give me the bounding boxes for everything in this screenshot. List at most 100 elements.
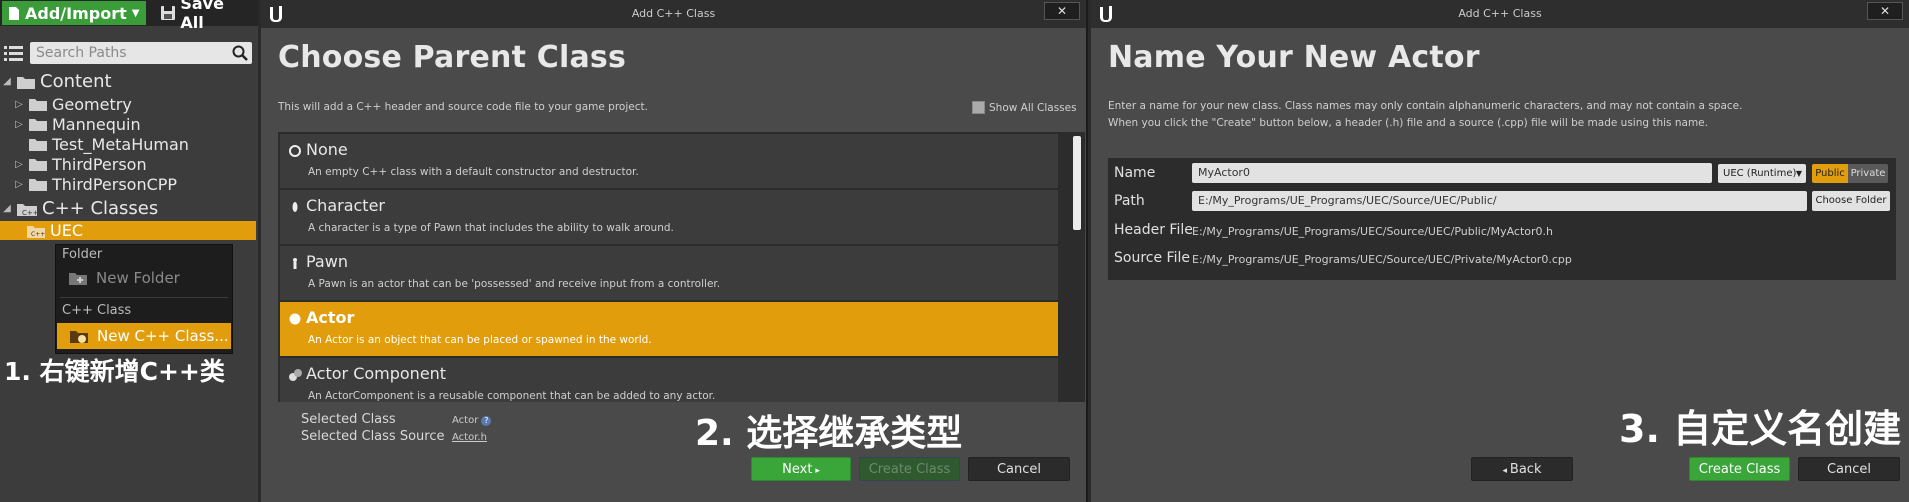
unreal-logo-icon	[270, 6, 282, 22]
content-browser-panel: Add/Import ▼ Save All Search Paths ◢ Con…	[0, 0, 258, 502]
class-item-actor[interactable]: Actor An Actor is an object that can be …	[280, 302, 1058, 356]
svg-text:C++: C++	[31, 231, 45, 238]
tree-item-content[interactable]: ◢ Content	[2, 71, 112, 92]
tree-item-uec[interactable]: C++ UEC	[0, 221, 256, 240]
class-name: Actor	[306, 308, 355, 327]
step-3-caption: 3. 自定义名创建	[1619, 407, 1902, 451]
collapsed-arrow-icon: ▷	[15, 179, 23, 190]
chevron-left-icon: ◂	[1502, 466, 1510, 476]
scrollbar-thumb[interactable]	[1073, 136, 1081, 230]
character-icon	[292, 202, 298, 212]
window-title: Add C++ Class	[631, 7, 716, 20]
window-title-bar: Add C++ Class ✕	[261, 0, 1086, 28]
actor-sphere-icon	[289, 313, 301, 325]
tree-label-thirdpersoncpp: ThirdPersonCPP	[52, 175, 178, 194]
tree-item-cpp-classes[interactable]: ◢ C++ C++ Classes	[2, 198, 158, 219]
add-import-button[interactable]: Add/Import ▼	[2, 1, 146, 25]
tree-item-thirdperson[interactable]: ▷ ThirdPerson	[14, 155, 147, 174]
new-cpp-class-menu-item[interactable]: New C++ Class...	[57, 323, 231, 349]
page-title: Choose Parent Class	[278, 40, 627, 75]
dialog-description: This will add a C++ header and source co…	[278, 101, 648, 113]
cpp-class-icon	[70, 331, 88, 343]
tree-label-thirdperson: ThirdPerson	[52, 155, 147, 174]
class-item-pawn[interactable]: Pawn A Pawn is an actor that can be 'pos…	[280, 246, 1058, 300]
tree-item-geometry[interactable]: ▷ Geometry	[14, 95, 132, 114]
selected-class-value: Actor	[452, 415, 479, 426]
selected-class-label: Selected Class	[301, 412, 396, 427]
cancel-button[interactable]: Cancel	[968, 457, 1070, 481]
cpp-folder-icon: C++	[27, 225, 45, 238]
save-all-label: Save All	[180, 0, 224, 32]
chevron-down-icon: ▼	[131, 7, 140, 19]
class-name: Character	[306, 196, 385, 215]
folder-open-icon	[17, 76, 35, 89]
dialog-description-line-1: Enter a name for your new class. Class n…	[1108, 100, 1743, 112]
create-class-button[interactable]: Create Class	[1689, 457, 1790, 481]
folder-icon	[29, 139, 47, 151]
cancel-button[interactable]: Cancel	[1798, 457, 1900, 481]
tree-item-test-metahuman[interactable]: Test_MetaHuman	[14, 135, 189, 154]
expanded-arrow-icon: ◢	[3, 76, 11, 87]
tree-label-uec: UEC	[50, 221, 83, 240]
module-dropdown[interactable]: UEC (Runtime) ▼	[1718, 164, 1806, 183]
tree-item-thirdpersoncpp[interactable]: ▷ ThirdPersonCPP	[14, 175, 177, 194]
tree-item-mannequin[interactable]: ▷ Mannequin	[14, 115, 140, 134]
selected-class-value-group: Actor ?	[452, 415, 492, 426]
selected-class-source-label: Selected Class Source	[301, 429, 445, 444]
choose-folder-button[interactable]: Choose Folder	[1812, 191, 1890, 211]
module-value: UEC (Runtime)	[1723, 168, 1797, 179]
class-name-input[interactable]: MyActor0	[1192, 163, 1712, 183]
collapsed-arrow-icon: ▷	[15, 119, 23, 130]
new-folder-label: New Folder	[96, 269, 180, 287]
selected-class-source-link[interactable]: Actor.h	[452, 432, 487, 443]
context-menu: Folder New Folder C++ Class New C++ Clas…	[55, 244, 233, 354]
component-icon	[289, 369, 302, 381]
create-class-button[interactable]: Create Class	[859, 457, 960, 481]
collapsed-arrow-icon: ▷	[15, 159, 23, 170]
header-file-value: E:/My_Programs/UE_Programs/UEC/Source/UE…	[1192, 225, 1553, 238]
tree-label-cpp-classes: C++ Classes	[42, 198, 159, 219]
folder-icon	[29, 179, 47, 191]
folder-icon	[29, 159, 47, 171]
back-button[interactable]: ◂ Back	[1471, 457, 1573, 481]
window-title: Add C++ Class	[1458, 7, 1542, 20]
tree-label-content: Content	[40, 71, 112, 92]
search-icon	[232, 45, 248, 61]
name-label: Name	[1114, 165, 1156, 181]
folder-icon	[29, 119, 47, 131]
new-folder-menu-item[interactable]: New Folder	[68, 269, 180, 287]
private-toggle[interactable]: Private	[1848, 164, 1888, 183]
pawn-icon	[293, 258, 297, 269]
class-description: An Actor is an object that can be placed…	[308, 334, 652, 346]
show-all-classes-label: Show All Classes	[989, 101, 1077, 114]
class-details-form: Name MyActor0 UEC (Runtime) ▼ Public Pri…	[1108, 158, 1896, 280]
show-all-classes-checkbox[interactable]: Show All Classes	[972, 101, 1077, 114]
empty-circle-icon	[289, 145, 301, 157]
class-description: An empty C++ class with a default constr…	[308, 166, 639, 178]
toggle-sources-icon[interactable]	[4, 44, 24, 62]
close-button[interactable]: ✕	[1867, 2, 1903, 20]
class-item-character[interactable]: Character A character is a type of Pawn …	[280, 190, 1058, 244]
window-title-bar: Add C++ Class ✕	[1091, 0, 1909, 28]
help-icon[interactable]: ?	[481, 415, 492, 426]
chevron-down-icon: ▼	[1795, 169, 1802, 178]
path-input[interactable]: E:/My_Programs/UE_Programs/UEC/Source/UE…	[1192, 191, 1807, 211]
back-label: Back	[1509, 462, 1542, 477]
save-all-button[interactable]: Save All	[154, 0, 256, 32]
class-name: Pawn	[306, 252, 348, 271]
class-description: A character is a type of Pawn that inclu…	[308, 222, 674, 234]
class-item-none[interactable]: None An empty C++ class with a default c…	[280, 134, 1058, 188]
close-button[interactable]: ✕	[1044, 2, 1080, 20]
next-button[interactable]: Next ▸	[751, 457, 851, 481]
choose-parent-class-dialog: Add C++ Class ✕ Choose Parent Class This…	[258, 0, 1086, 502]
source-file-value: E:/My_Programs/UE_Programs/UEC/Source/UE…	[1192, 253, 1572, 266]
save-icon	[161, 6, 175, 20]
class-item-actor-component[interactable]: Actor Component An ActorComponent is a r…	[280, 358, 1058, 402]
header-file-label: Header File	[1114, 222, 1193, 238]
source-file-label: Source File	[1114, 250, 1190, 266]
menu-header-folder: Folder	[62, 247, 103, 262]
name-your-new-actor-dialog: Add C++ Class ✕ Name Your New Actor Ente…	[1088, 0, 1909, 502]
search-paths-input[interactable]: Search Paths	[30, 42, 252, 64]
class-name: Actor Component	[306, 364, 447, 383]
public-toggle[interactable]: Public	[1812, 164, 1848, 183]
